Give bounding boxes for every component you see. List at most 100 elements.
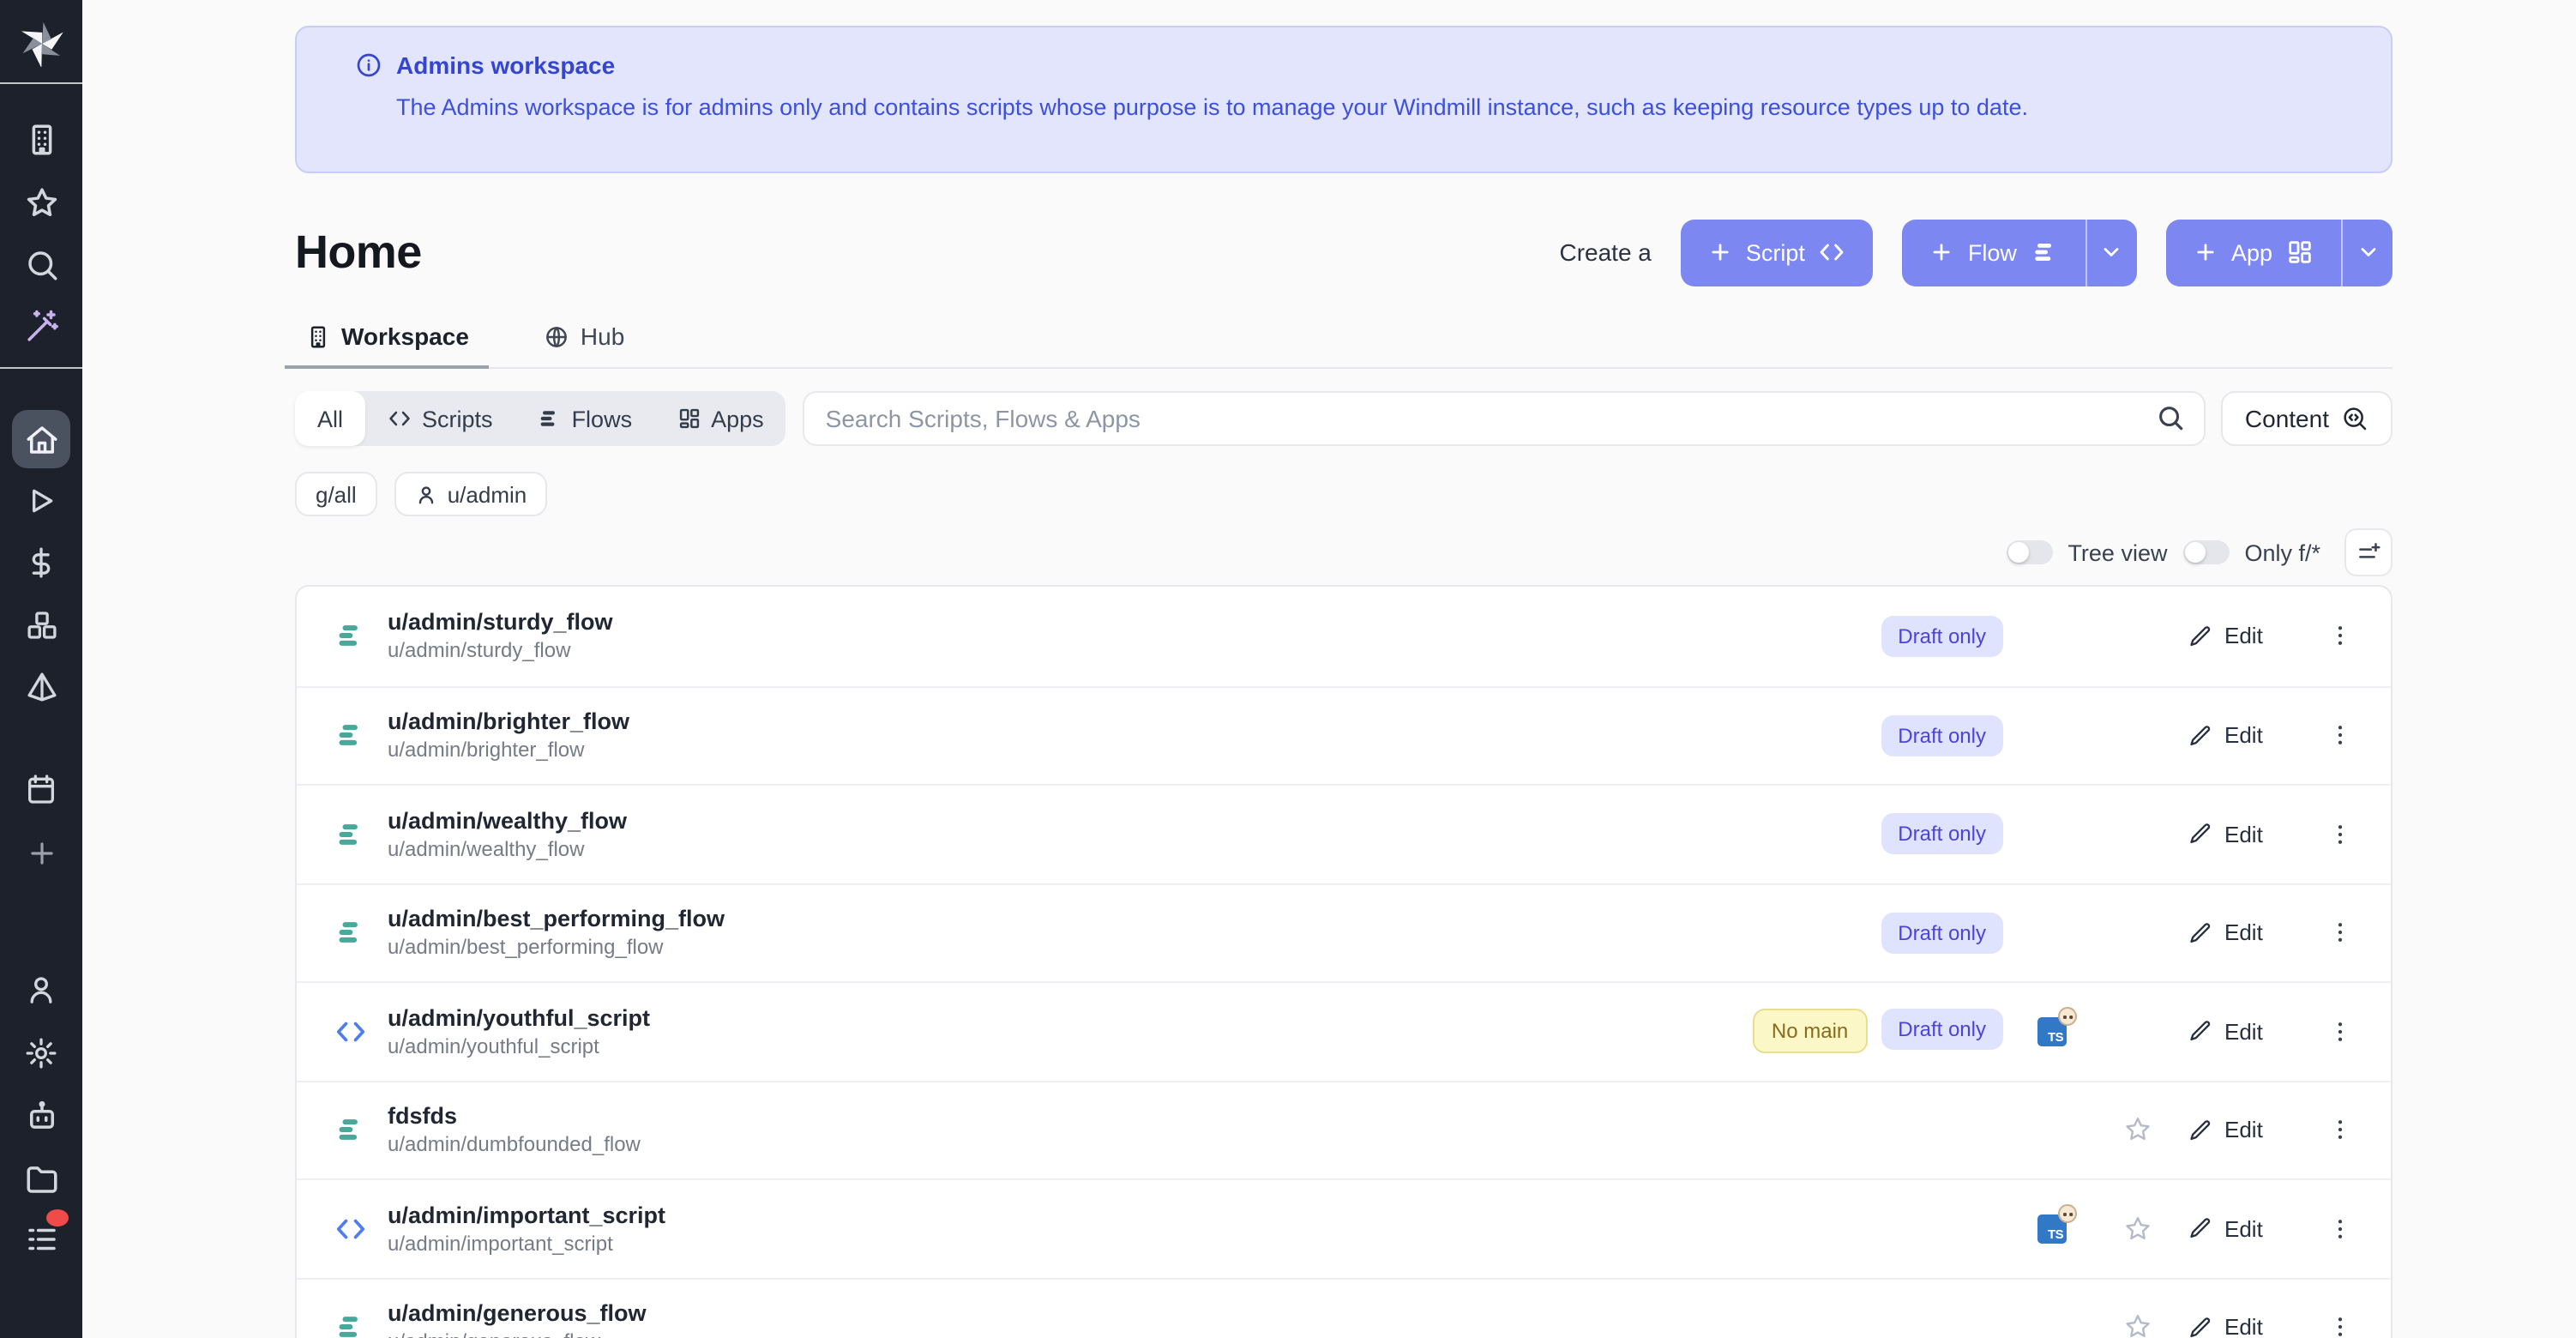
play-icon — [24, 484, 58, 518]
edit-button[interactable]: Edit — [2175, 1019, 2308, 1045]
only-f-toggle[interactable] — [2182, 540, 2229, 564]
kebab-menu-button[interactable] — [2308, 822, 2370, 847]
tab-bar: Workspace Hub — [295, 322, 2392, 369]
filter-all[interactable]: All — [295, 391, 365, 446]
sidebar-item-add[interactable] — [0, 829, 82, 877]
windmill-logo-icon[interactable] — [0, 19, 82, 67]
advanced-filter-button[interactable] — [2344, 528, 2392, 576]
list-item[interactable]: u/admin/wealthy_flow u/admin/wealthy_flo… — [297, 784, 2391, 883]
tag-group[interactable]: g/all — [295, 472, 377, 516]
create-app-dropdown[interactable] — [2341, 219, 2392, 286]
star-favorite-button[interactable] — [2122, 1116, 2152, 1145]
star-favorite-button[interactable] — [2122, 1214, 2152, 1244]
kebab-menu-button[interactable] — [2308, 1216, 2370, 1242]
item-title[interactable]: fdsfds — [388, 1104, 641, 1130]
edit-button[interactable]: Edit — [2175, 822, 2308, 847]
plus-icon — [1708, 240, 1732, 264]
sidebar-item-workers[interactable] — [0, 1091, 82, 1139]
kebab-icon — [2326, 1216, 2352, 1242]
flow-icon — [328, 1311, 372, 1338]
sidebar-item-audit-logs[interactable] — [0, 1214, 82, 1263]
draft-only-badge: Draft only — [1881, 913, 2003, 954]
list-item[interactable]: u/admin/generous_flow u/admin/generous_f… — [297, 1277, 2391, 1338]
item-path: u/admin/best_performing_flow — [388, 936, 725, 960]
tag-owner[interactable]: u/admin — [394, 472, 548, 516]
item-title[interactable]: u/admin/best_performing_flow — [388, 907, 725, 932]
sidebar-item-schedules[interactable] — [0, 765, 82, 813]
edit-button[interactable]: Edit — [2175, 1216, 2308, 1242]
list-item[interactable]: u/admin/best_performing_flow u/admin/bes… — [297, 883, 2391, 981]
item-title[interactable]: u/admin/generous_flow — [388, 1301, 647, 1327]
content-search-button[interactable]: Content — [2221, 391, 2392, 446]
star-favorite-button[interactable] — [2122, 1313, 2152, 1338]
filter-flows[interactable]: Flows — [515, 391, 655, 446]
plus-icon — [25, 836, 57, 869]
list-item[interactable]: u/admin/sturdy_flow u/admin/sturdy_flow … — [297, 587, 2391, 685]
tree-view-label: Tree view — [2067, 539, 2167, 565]
sidebar-item-home[interactable] — [0, 415, 82, 463]
sidebar-item-favorites[interactable] — [0, 178, 82, 226]
item-title[interactable]: u/admin/brighter_flow — [388, 709, 629, 735]
gear-icon — [24, 1036, 58, 1070]
sidebar-item-search[interactable] — [0, 240, 82, 288]
edit-button[interactable]: Edit — [2175, 723, 2308, 749]
sidebar-item-ai[interactable] — [0, 302, 82, 350]
kebab-menu-button[interactable] — [2308, 1315, 2370, 1338]
item-title[interactable]: u/admin/important_script — [388, 1202, 665, 1228]
filter-row: All Scripts Flows Apps — [295, 391, 2392, 446]
list-item[interactable]: u/admin/important_script u/admin/importa… — [297, 1178, 2391, 1277]
wand-sparkles-icon — [23, 308, 59, 344]
list-item[interactable]: u/admin/youthful_script u/admin/youthful… — [297, 981, 2391, 1080]
item-path: u/admin/brighter_flow — [388, 738, 629, 762]
sidebar-item-workspace[interactable] — [0, 115, 82, 163]
kebab-menu-button[interactable] — [2308, 624, 2370, 649]
tab-hub[interactable]: Hub — [534, 322, 635, 367]
sidebar-item-triggers[interactable] — [0, 662, 82, 710]
typescript-bun-icon: TS — [2037, 1214, 2066, 1244]
create-a-label: Create a — [1559, 238, 1651, 266]
tree-view-toggle[interactable] — [2006, 540, 2052, 564]
create-script-button[interactable]: Script — [1681, 219, 1874, 286]
kebab-menu-button[interactable] — [2308, 1118, 2370, 1143]
sidebar-item-account[interactable] — [0, 966, 82, 1014]
item-title[interactable]: u/admin/youthful_script — [388, 1005, 650, 1031]
kebab-menu-button[interactable] — [2308, 723, 2370, 749]
chevron-down-icon — [2100, 240, 2124, 264]
filter-scripts[interactable]: Scripts — [365, 391, 515, 446]
item-title[interactable]: u/admin/sturdy_flow — [388, 610, 613, 636]
pencil-icon — [2188, 724, 2212, 748]
filter-all-label: All — [317, 406, 343, 431]
kebab-menu-button[interactable] — [2308, 1019, 2370, 1045]
list-item[interactable]: u/admin/brighter_flow u/admin/brighter_f… — [297, 685, 2391, 784]
search-code-icon — [2341, 405, 2368, 432]
kebab-menu-button[interactable] — [2308, 920, 2370, 946]
create-app-button[interactable]: App — [2166, 219, 2392, 286]
script-icon — [328, 1213, 372, 1245]
edit-button[interactable]: Edit — [2175, 1315, 2308, 1338]
item-title[interactable]: u/admin/wealthy_flow — [388, 808, 627, 834]
flow-icon — [328, 818, 372, 851]
create-flow-dropdown[interactable] — [2085, 219, 2137, 286]
draft-only-badge: Draft only — [1881, 814, 2003, 855]
create-flow-button[interactable]: Flow — [1903, 219, 2137, 286]
filter-apps[interactable]: Apps — [654, 391, 786, 446]
sidebar-item-resources[interactable] — [0, 600, 82, 648]
sidebar-item-folders[interactable] — [0, 1154, 82, 1202]
edit-button[interactable]: Edit — [2175, 624, 2308, 649]
sidebar-item-settings[interactable] — [0, 1029, 82, 1077]
tab-workspace[interactable]: Workspace — [295, 322, 479, 367]
edit-button[interactable]: Edit — [2175, 1118, 2308, 1143]
chevron-down-icon — [2356, 240, 2380, 264]
sidebar-item-runs[interactable] — [0, 477, 82, 525]
flow-icon — [328, 720, 372, 752]
edit-button[interactable]: Edit — [2175, 920, 2308, 946]
admins-workspace-banner: Admins workspace The Admins workspace is… — [295, 26, 2392, 173]
kebab-icon — [2326, 1118, 2352, 1143]
search-input[interactable] — [803, 391, 2206, 446]
sidebar-item-variables[interactable] — [0, 539, 82, 587]
star-icon — [23, 184, 59, 220]
list-item[interactable]: fdsfds u/admin/dumbfounded_flow Edit — [297, 1080, 2391, 1178]
tab-workspace-label: Workspace — [341, 322, 469, 350]
typescript-bun-icon: TS — [2037, 1017, 2066, 1046]
pencil-icon — [2188, 624, 2212, 648]
